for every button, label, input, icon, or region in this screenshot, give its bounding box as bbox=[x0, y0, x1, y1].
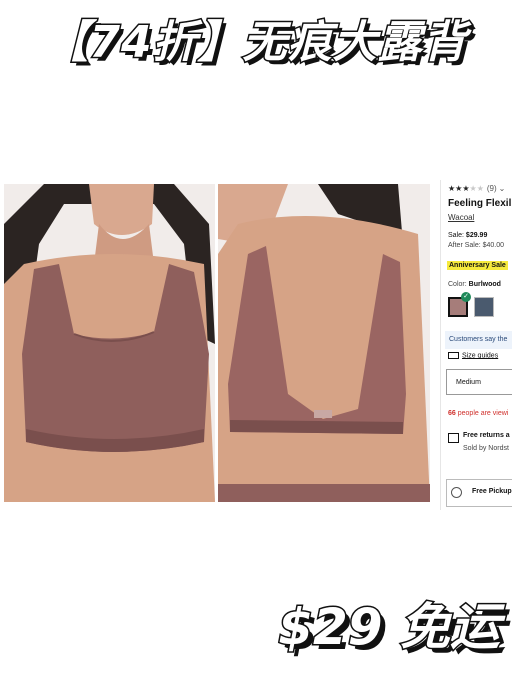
empty-star-icon: ★★ bbox=[469, 184, 484, 193]
color-value: Burlwood bbox=[468, 281, 501, 288]
size-guides-label: Size guides bbox=[462, 352, 499, 360]
sold-by-text: Sold by Nordst bbox=[463, 445, 509, 452]
brand-link[interactable]: Wacoal bbox=[448, 213, 474, 222]
headline-banner: 【74折】无痕大露背 bbox=[0, 8, 512, 78]
size-guides-link[interactable]: Size guides bbox=[448, 352, 498, 359]
color-swatch-navy[interactable] bbox=[474, 297, 494, 317]
product-title: Feeling Flexil bbox=[448, 198, 512, 209]
ruler-icon bbox=[448, 352, 459, 359]
color-label-text: Color: bbox=[448, 281, 467, 288]
returns-icon bbox=[448, 433, 459, 443]
front-view-illustration bbox=[4, 184, 215, 502]
viewing-text: people are viewi bbox=[455, 410, 509, 417]
price-shipping-banner: $29 免运 bbox=[277, 597, 502, 658]
headline-text: 【74折】无痕大露背 bbox=[43, 16, 468, 70]
viewing-count: 66 bbox=[448, 410, 456, 417]
free-returns-text: Free returns a bbox=[463, 432, 510, 439]
sale-price-value: $29.99 bbox=[465, 232, 488, 239]
back-view-illustration bbox=[218, 184, 430, 502]
rating-stars[interactable]: ★★★★★ (9) ⌄ bbox=[448, 184, 505, 193]
pickup-radio[interactable] bbox=[451, 487, 462, 498]
anniversary-sale-badge: Anniversary Sale bbox=[447, 261, 508, 270]
customers-say-banner[interactable]: Customers say the bbox=[445, 331, 512, 349]
after-sale-price: After Sale: $40.00 bbox=[448, 242, 505, 249]
color-label: Color: Burlwood bbox=[448, 281, 501, 288]
chevron-down-icon: ⌄ bbox=[498, 184, 506, 193]
size-select[interactable]: Medium bbox=[446, 369, 512, 395]
product-photo-back bbox=[218, 184, 430, 502]
product-detail-panel: ★★★★★ (9) ⌄ Feeling Flexil Wacoal Sale: $2… bbox=[440, 180, 512, 510]
pickup-label: Free Pickup bbox=[472, 488, 512, 495]
viewing-notice: 66 people are viewi bbox=[448, 410, 508, 417]
sale-label: Sale: bbox=[448, 232, 464, 239]
star-icon: ★★★ bbox=[448, 184, 470, 193]
sale-price: Sale: $29.99 bbox=[448, 232, 487, 239]
product-photo-front bbox=[4, 184, 215, 502]
check-icon: ✓ bbox=[461, 292, 471, 302]
review-count: (9) bbox=[486, 184, 497, 193]
